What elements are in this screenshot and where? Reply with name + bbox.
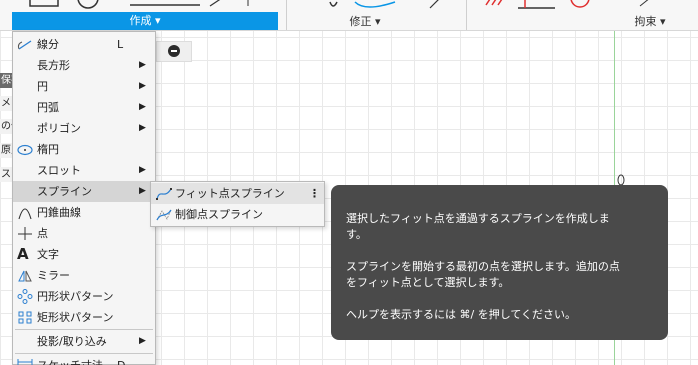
menu-item-slot[interactable]: スロット ▶ [13, 160, 155, 181]
create-menu-tab[interactable]: 作成 ▾ [12, 12, 278, 30]
menu-item-conic-curve[interactable]: 円錐曲線 [13, 202, 155, 223]
menu-item-label: 長方形 [37, 59, 70, 72]
conic-curve-icon [18, 208, 32, 220]
ribbon-divider [286, 0, 287, 30]
create-tools-icons[interactable] [10, 0, 280, 12]
menu-item-label: 投影/取り込み [37, 335, 107, 348]
menu-item-rectangular-pattern[interactable]: 矩形状パターン [13, 307, 155, 328]
menu-item-line[interactable]: 線分 L [13, 34, 155, 55]
ribbon-divider [466, 0, 467, 30]
stop-sketch-button[interactable] [168, 45, 180, 57]
menu-item-mirror[interactable]: ミラー [13, 265, 155, 286]
fit-point-spline-icon [156, 188, 172, 200]
browser-item-fragment[interactable]: 原点 [0, 143, 12, 158]
point-icon [18, 227, 32, 240]
menu-item-label: スロット [37, 164, 81, 177]
submenu-arrow-icon: ▶ [139, 123, 146, 133]
submenu-arrow-icon: ▶ [139, 102, 146, 112]
menu-item-polygon[interactable]: ポリゴン ▶ [13, 118, 155, 139]
submenu-item-label: 制御点スプライン [175, 208, 263, 221]
browser-item-fragment[interactable]: の作 [0, 119, 12, 134]
menu-item-label: スプライン [37, 185, 92, 198]
modify-menu-tab[interactable]: 修正 ▾ [310, 13, 420, 30]
submenu-item-fit-point-spline[interactable]: フィット点スプライン ⋮ [151, 183, 324, 204]
menu-item-circle[interactable]: 円 ▶ [13, 76, 155, 97]
help-tooltip: 選択したフィット点を通過するスプラインを作成しま す。 スプラインを開始する最初の… [331, 185, 668, 340]
mirror-icon [18, 270, 32, 282]
submenu-arrow-icon: ▶ [139, 60, 146, 70]
browser-item-fragment[interactable]: メ [0, 96, 12, 111]
menu-item-label: 文字 [37, 248, 59, 261]
modify-tools-icons[interactable] [300, 0, 460, 12]
menu-divider [15, 329, 153, 330]
menu-item-circular-pattern[interactable]: 円形状パターン [13, 286, 155, 307]
circular-pattern-icon [17, 289, 33, 304]
menu-item-label: 矩形状パターン [37, 311, 114, 324]
menu-divider [15, 353, 153, 354]
menu-item-label: 線分 [37, 38, 59, 51]
line-icon [17, 40, 32, 50]
submenu-arrow-icon: ▶ [139, 186, 146, 196]
submenu-arrow-icon: ▶ [139, 165, 146, 175]
menu-item-arc[interactable]: 円弧 ▶ [13, 97, 155, 118]
menu-item-label: ミラー [37, 269, 70, 282]
menu-item-label: 点 [37, 227, 48, 240]
menu-item-label: 円 [37, 80, 48, 93]
menu-item-point[interactable]: 点 [13, 223, 155, 244]
browser-item-fragment[interactable]: ス [0, 167, 12, 182]
shortcut-label: D [117, 355, 125, 365]
toolbar-ribbon: 作成 ▾ 修正 ▾ 拘束 ▾ [0, 0, 698, 31]
browser-save-fragment: 保存 [0, 73, 12, 88]
menu-item-ellipse[interactable]: 楕円 [13, 139, 155, 160]
rectangular-pattern-icon [18, 311, 32, 324]
tooltip-help-hint: ヘルプを表示するには ⌘/ を押してください。 [346, 308, 577, 321]
spline-submenu: フィット点スプライン ⋮ 制御点スプライン [150, 181, 325, 227]
tooltip-line: 選択したフィット点を通過するスプラインを作成しま [346, 212, 610, 225]
constraint-tools-icons[interactable] [480, 0, 680, 12]
menu-item-label: 円錐曲線 [37, 206, 81, 219]
constraints-menu-tab[interactable]: 拘束 ▾ [615, 13, 685, 30]
menu-item-sketch-dimension[interactable]: スケッチ寸法 D [13, 355, 155, 365]
shortcut-label: L [117, 38, 124, 51]
menu-item-label: スケッチ寸法 [37, 355, 103, 365]
tooltip-line: スプラインを開始する最初の点を選択します。追加の点 [346, 260, 620, 273]
more-options-icon[interactable]: ⋮ [309, 183, 320, 204]
submenu-arrow-icon: ▶ [139, 336, 146, 346]
menu-item-project-include[interactable]: 投影/取り込み ▶ [13, 331, 155, 352]
menu-item-spline[interactable]: スプライン ▶ [13, 181, 155, 202]
create-dropdown-menu: 線分 L 長方形 ▶ 円 ▶ 円弧 ▶ ポリゴン ▶ 楕円 スロット ▶ スプラ… [12, 31, 156, 365]
tooltip-instructions: スプラインを開始する最初の点を選択します。追加の点 をフィット点として選択します。 [346, 259, 654, 291]
tooltip-line: す。 [346, 228, 367, 241]
tooltip-line: をフィット点として選択します。 [346, 276, 510, 289]
ellipse-icon [17, 144, 33, 156]
submenu-arrow-icon: ▶ [139, 81, 146, 91]
menu-item-label: ポリゴン [37, 122, 81, 135]
menu-item-label: 円弧 [37, 101, 59, 114]
menu-item-text[interactable]: A 文字 [13, 244, 155, 265]
menu-item-rectangle[interactable]: 長方形 ▶ [13, 55, 155, 76]
sketch-dimension-icon [17, 359, 33, 365]
menu-item-label: 円形状パターン [37, 290, 114, 303]
tooltip-description: 選択したフィット点を通過するスプラインを作成しま す。 [346, 211, 654, 243]
text-icon: A [17, 245, 29, 263]
submenu-item-label: フィット点スプライン [175, 187, 285, 200]
control-point-spline-icon [156, 209, 172, 221]
submenu-item-control-point-spline[interactable]: 制御点スプライン [151, 204, 324, 225]
menu-item-label: 楕円 [37, 143, 59, 156]
